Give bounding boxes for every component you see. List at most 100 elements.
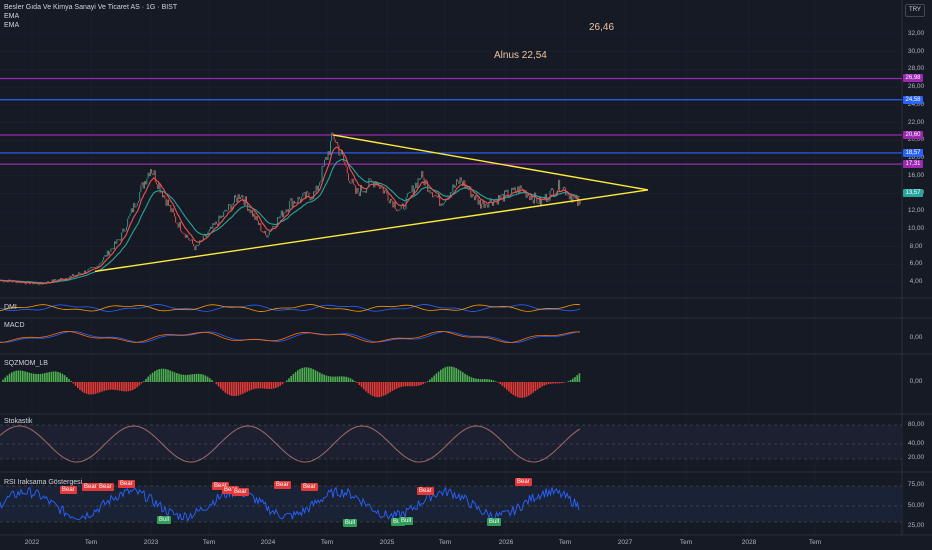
time-tick: 2028 (741, 539, 757, 546)
bear-label: Bear (274, 481, 291, 489)
momentum-bar (68, 379, 70, 382)
candle (141, 182, 143, 186)
momentum-bar (132, 382, 134, 391)
momentum-bar (46, 372, 48, 382)
rsi-tick-75: 75,00 (907, 481, 925, 488)
dmi-pane-title[interactable]: DMI (4, 304, 17, 311)
candle (296, 202, 298, 204)
chart-canvas[interactable] (0, 0, 932, 550)
candle (237, 194, 239, 203)
ema-legend-1[interactable]: EMA (4, 13, 19, 21)
momentum-bar (563, 382, 565, 383)
candle (458, 180, 460, 184)
candle (396, 209, 397, 211)
candle (320, 180, 322, 183)
momentum-bar (349, 378, 352, 382)
candle (442, 203, 444, 206)
momentum-bar (530, 382, 532, 395)
macd-pane-title[interactable]: MACD (4, 322, 25, 329)
momentum-bar (499, 382, 501, 385)
momentum-bar (525, 382, 528, 397)
momentum-bar (204, 375, 207, 382)
momentum-bar (226, 382, 229, 395)
candle (397, 209, 399, 211)
candle (192, 239, 193, 244)
candle (104, 255, 106, 257)
momentum-bar (55, 371, 57, 382)
momentum-bar (464, 373, 466, 382)
momentum-bar (160, 368, 163, 382)
candle (211, 226, 213, 229)
candle (212, 223, 214, 229)
candle (520, 185, 522, 189)
momentum-bar (338, 376, 341, 382)
momentum-bar (94, 382, 97, 394)
momentum-bar (101, 382, 103, 392)
stochastic-pane-title[interactable]: Stokastik (4, 418, 32, 425)
chart-root[interactable]: Besler Gıda Ve Kimya Sanayi Ve Ticaret A… (0, 0, 932, 550)
candle (219, 215, 221, 219)
level-badge: 26,98 (903, 74, 923, 83)
candle (350, 182, 352, 184)
momentum-bar (354, 381, 356, 382)
momentum-bar (297, 370, 299, 382)
candle (318, 185, 319, 191)
candle (38, 284, 40, 286)
candle (278, 217, 280, 219)
candle (267, 235, 269, 238)
candle (72, 274, 73, 276)
candle (429, 190, 431, 194)
candle (570, 195, 571, 200)
momentum-bar (558, 382, 561, 384)
candle (354, 184, 355, 186)
candle (451, 192, 453, 194)
candle (343, 155, 345, 162)
candle (144, 181, 145, 189)
candle (501, 193, 503, 196)
momentum-bar (41, 373, 44, 382)
momentum-bar (81, 382, 83, 392)
rsi-pane-title[interactable]: RSI Iraksama Göstergesi (4, 479, 82, 486)
candle (337, 141, 339, 145)
momentum-bar (341, 376, 343, 382)
candle (552, 188, 553, 190)
candle (325, 157, 327, 160)
candle (118, 239, 120, 241)
candle (268, 230, 270, 236)
momentum-bar (215, 382, 218, 385)
symbol-legend[interactable]: Besler Gıda Ve Kimya Sanayi Ve Ticaret A… (4, 4, 177, 12)
ema-legend-2[interactable]: EMA (4, 22, 19, 30)
candle (247, 203, 249, 211)
candle (139, 191, 141, 202)
candle (297, 196, 299, 204)
momentum-bar (123, 382, 125, 392)
candle (460, 177, 462, 182)
momentum-pane-title[interactable]: SQZMOM_LB (4, 360, 48, 367)
momentum-bar (59, 372, 61, 382)
candle (302, 193, 304, 197)
momentum-bar (330, 376, 332, 382)
candle (108, 250, 109, 256)
candle (166, 199, 168, 206)
candle (418, 178, 420, 180)
momentum-bar (35, 373, 37, 382)
momentum-bar (294, 371, 297, 382)
candle (169, 205, 171, 207)
candle (409, 191, 411, 193)
candle (292, 200, 294, 208)
currency-button[interactable]: TRY (905, 4, 925, 17)
momentum-bar (107, 382, 110, 390)
momentum-bar (233, 382, 235, 397)
momentum-bar (470, 377, 473, 382)
momentum-bar (206, 376, 209, 382)
candle (240, 197, 241, 199)
momentum-bar (110, 382, 112, 390)
price-tick: 30,00 (907, 47, 925, 55)
candle (273, 225, 275, 227)
momentum-bar (239, 382, 242, 395)
momentum-bar (180, 374, 182, 382)
momentum-bar (4, 377, 6, 382)
candle (109, 251, 111, 256)
target-annotation: 26,46 (589, 22, 615, 33)
candle (339, 154, 341, 156)
